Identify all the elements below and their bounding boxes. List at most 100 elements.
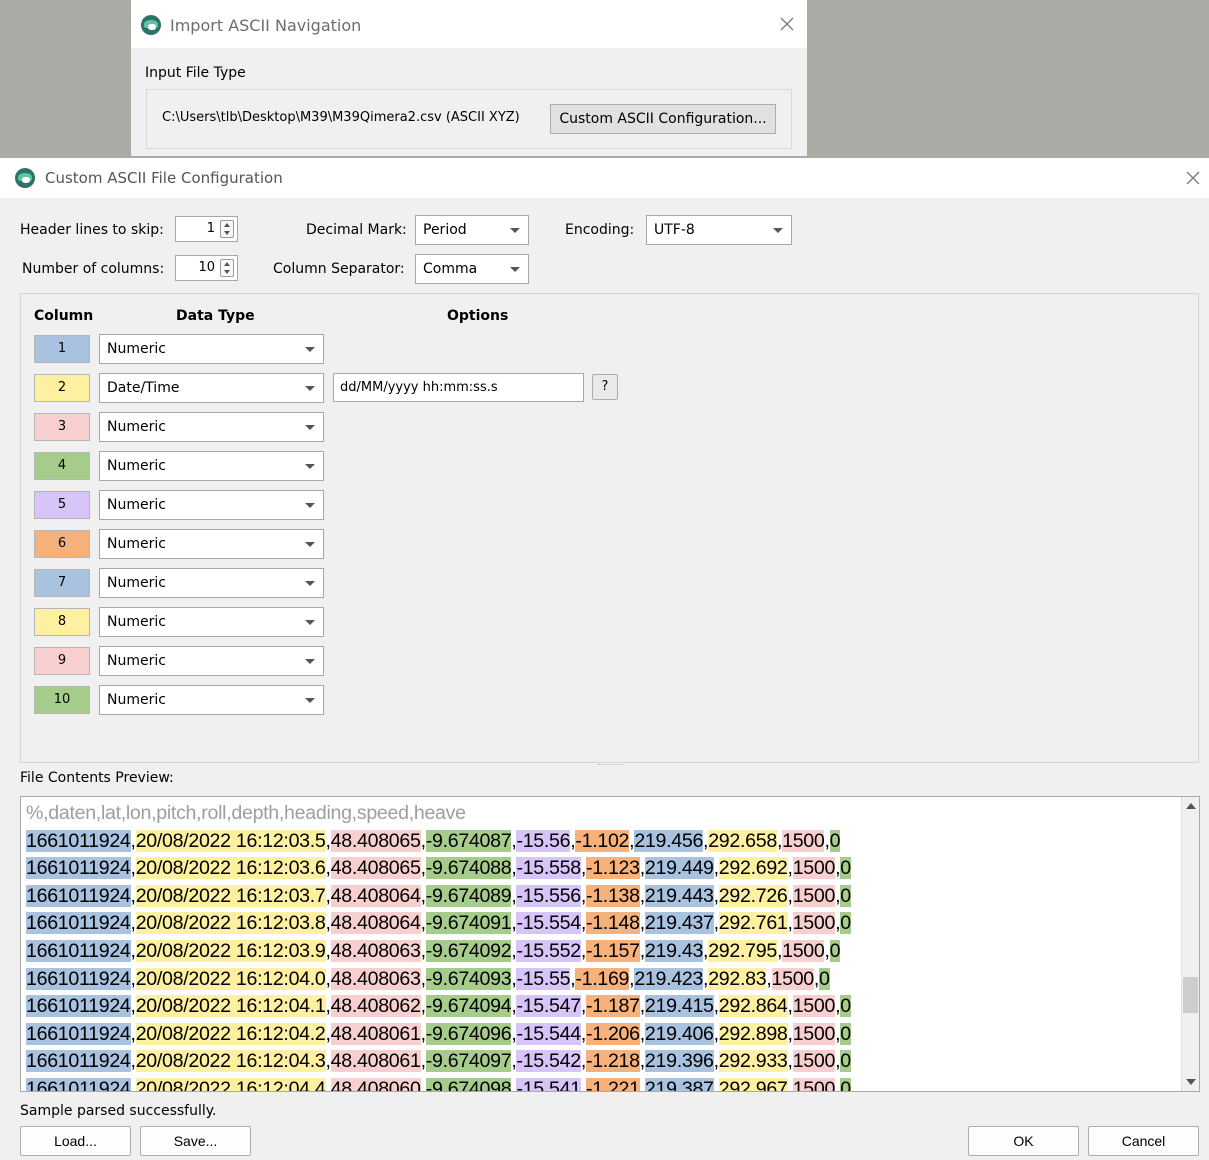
column-number-3: 3 <box>34 413 90 441</box>
cancel-button[interactable]: Cancel <box>1088 1126 1199 1156</box>
chevron-down-icon <box>305 581 315 586</box>
preview-cell: -1.218 <box>585 1050 640 1073</box>
spinner-arrows-icon[interactable] <box>220 259 234 277</box>
preview-cell: 219.456 <box>634 829 704 852</box>
encoding-combo[interactable]: UTF-8 <box>646 215 792 245</box>
chevron-down-icon <box>305 425 315 430</box>
header-lines-value: 1 <box>206 221 215 236</box>
header-lines-label: Header lines to skip: <box>20 222 164 238</box>
preview-cell: 1661011924 <box>26 995 131 1018</box>
preview-cell: 48.408061 <box>330 1022 421 1045</box>
data-type-value: Numeric <box>107 497 166 513</box>
preview-cell: 292.933 <box>718 1050 788 1073</box>
preview-cell: 0 <box>840 857 851 880</box>
chevron-down-icon <box>510 228 520 233</box>
chevron-down-icon <box>305 698 315 703</box>
preview-cell: -9.674094 <box>425 995 512 1018</box>
preview-cell: 292.967 <box>718 1077 788 1091</box>
scrollbar-thumb[interactable] <box>1183 977 1198 1013</box>
chevron-down-icon <box>305 620 315 625</box>
input-file-type-label: Input File Type <box>145 65 246 81</box>
preview-cell: 20/08/2022 16:12:04.3 <box>135 1050 326 1073</box>
preview-cell: -9.674088 <box>425 857 512 880</box>
preview-scrollbar[interactable] <box>1181 797 1199 1091</box>
preview-cell: -15.55 <box>516 967 571 990</box>
preview-cell: 48.408065 <box>330 829 421 852</box>
preview-cell: 20/08/2022 16:12:03.8 <box>135 912 326 935</box>
data-type-combo-4[interactable]: Numeric <box>99 451 324 481</box>
preview-cell: -15.56 <box>516 829 571 852</box>
column-header: Column <box>34 308 94 324</box>
app-logo-icon <box>141 15 161 35</box>
preview-cell: -9.674092 <box>425 939 512 962</box>
preview-cell: 0 <box>829 939 841 962</box>
data-type-combo-10[interactable]: Numeric <box>99 685 324 715</box>
preview-cell: 20/08/2022 16:12:04.4 <box>135 1077 326 1091</box>
preview-cell: 1500 <box>771 967 814 990</box>
preview-cell: 1500 <box>792 1050 836 1073</box>
data-type-value: Numeric <box>107 458 166 474</box>
preview-cell: 219.387 <box>644 1077 714 1091</box>
data-type-combo-8[interactable]: Numeric <box>99 607 324 637</box>
data-type-combo-2[interactable]: Date/Time <box>99 373 324 403</box>
column-separator-label: Column Separator: <box>273 261 405 277</box>
custom-ascii-configuration-button[interactable]: Custom ASCII Configuration... <box>550 104 776 134</box>
preview-cell: 292.864 <box>718 995 788 1018</box>
scroll-up-icon[interactable] <box>1186 803 1196 809</box>
datetime-format-input[interactable]: dd/MM/yyyy hh:mm:ss.s <box>333 373 584 402</box>
data-type-value: Numeric <box>107 341 166 357</box>
num-columns-spinbox[interactable]: 10 <box>175 255 238 281</box>
splitter-handle[interactable] <box>598 764 624 766</box>
preview-cell: -15.556 <box>516 884 581 907</box>
column-number-9: 9 <box>34 647 90 675</box>
preview-cell: 20/08/2022 16:12:03.6 <box>135 857 326 880</box>
preview-cell: -1.148 <box>585 912 640 935</box>
close-icon[interactable] <box>777 14 797 34</box>
data-type-combo-9[interactable]: Numeric <box>99 646 324 676</box>
chevron-down-icon <box>305 386 315 391</box>
preview-cell: 219.423 <box>634 967 704 990</box>
format-help-button[interactable]: ? <box>592 374 618 400</box>
preview-cell: 1500 <box>792 1022 836 1045</box>
data-type-combo-5[interactable]: Numeric <box>99 490 324 520</box>
preview-cell: 0 <box>840 1050 851 1073</box>
preview-cell: 1661011924 <box>26 1050 131 1073</box>
preview-cell: -15.541 <box>516 1077 581 1091</box>
spinner-arrows-icon[interactable] <box>220 220 234 238</box>
data-type-combo-6[interactable]: Numeric <box>99 529 324 559</box>
preview-cell: 20/08/2022 16:12:04.1 <box>135 995 326 1018</box>
chevron-down-icon <box>305 659 315 664</box>
data-type-combo-1[interactable]: Numeric <box>99 334 324 364</box>
preview-cell: 0 <box>840 1077 851 1091</box>
ok-button[interactable]: OK <box>968 1126 1079 1156</box>
close-icon[interactable] <box>1183 168 1203 188</box>
preview-cell: 0 <box>840 912 851 935</box>
header-lines-spinbox[interactable]: 1 <box>175 216 238 242</box>
preview-cell: 292.83 <box>708 967 767 990</box>
scroll-down-icon[interactable] <box>1186 1079 1196 1085</box>
preview-cell: -9.674098 <box>425 1077 512 1091</box>
preview-cell: -9.674091 <box>425 912 512 935</box>
preview-cell: 1500 <box>792 857 836 880</box>
chevron-down-icon <box>773 228 783 233</box>
import-dialog-title: Import ASCII Navigation <box>170 16 362 35</box>
load-button[interactable]: Load... <box>20 1126 131 1156</box>
data-type-value: Numeric <box>107 536 166 552</box>
column-number-7: 7 <box>34 569 90 597</box>
column-number-6: 6 <box>34 530 90 558</box>
decimal-mark-combo[interactable]: Period <box>415 215 529 245</box>
save-button[interactable]: Save... <box>140 1126 251 1156</box>
options-header: Options <box>447 308 509 324</box>
preview-cell: 20/08/2022 16:12:03.7 <box>135 884 326 907</box>
column-separator-combo[interactable]: Comma <box>415 254 529 284</box>
data-type-combo-3[interactable]: Numeric <box>99 412 324 442</box>
preview-cell: -9.674087 <box>425 829 512 852</box>
data-type-value: Numeric <box>107 692 166 708</box>
preview-data-line: 1661011924,20/08/2022 16:12:04.4,48.4080… <box>26 1076 851 1091</box>
preview-cell: 292.761 <box>718 912 788 935</box>
preview-cell: 1661011924 <box>26 884 131 907</box>
preview-cell: 48.408063 <box>330 939 421 962</box>
preview-cell: 1500 <box>792 995 836 1018</box>
data-type-combo-7[interactable]: Numeric <box>99 568 324 598</box>
preview-data-line: 1661011924,20/08/2022 16:12:03.9,48.4080… <box>26 939 841 962</box>
